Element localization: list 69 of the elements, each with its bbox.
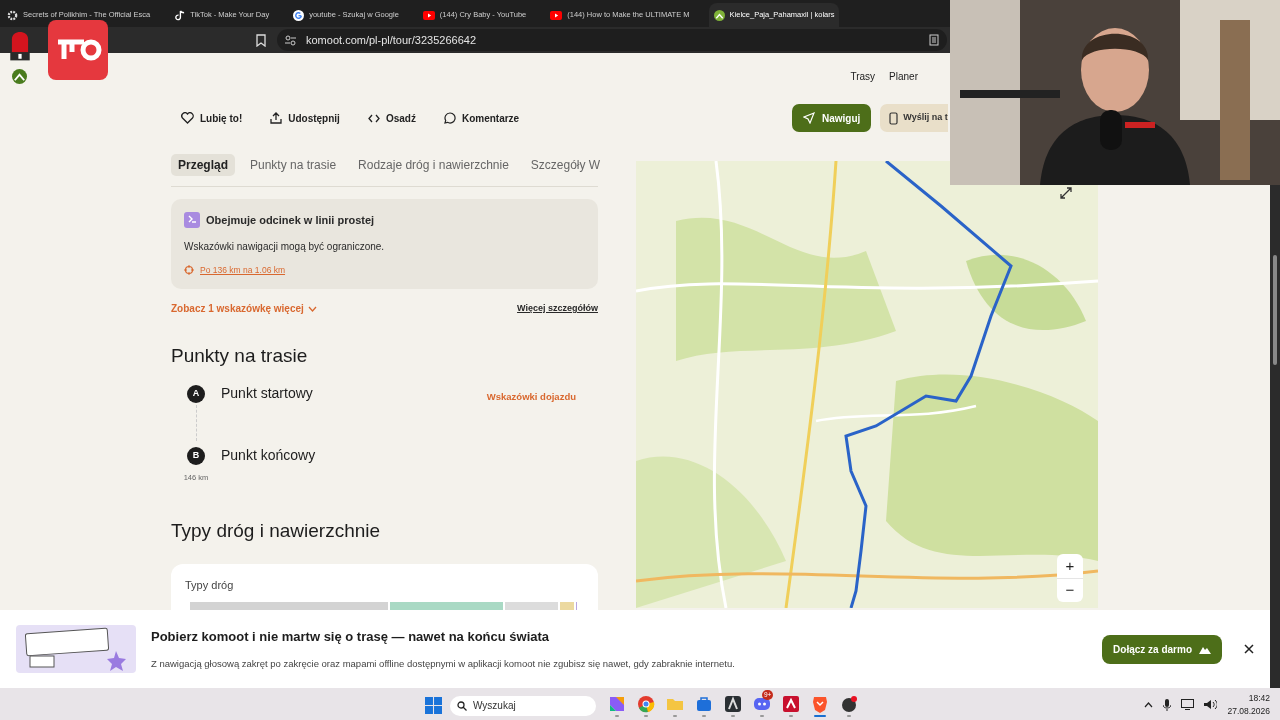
section-heading: Typy dróg i nawierzchnie <box>171 519 382 543</box>
notice-title: Obejmuje odcinek w linii prostej <box>206 213 375 228</box>
zoom-in-button[interactable]: + <box>1057 554 1083 578</box>
google-icon <box>293 9 305 21</box>
app-icon[interactable] <box>781 694 801 714</box>
address-bar[interactable]: komoot.com/pl-pl/tour/3235266642 <box>277 29 947 51</box>
section-tab[interactable]: Przegląd <box>171 154 235 176</box>
reader-icon[interactable] <box>929 34 939 46</box>
share-icon <box>270 112 283 124</box>
bookmark-icon[interactable] <box>255 33 267 47</box>
play-icon <box>422 10 435 20</box>
chevron-up-icon[interactable] <box>1144 701 1154 708</box>
scrollbar-thumb[interactable] <box>1273 255 1277 365</box>
microphone-icon[interactable] <box>1163 698 1172 711</box>
speaker-icon[interactable] <box>1204 699 1218 711</box>
send-arrow-icon <box>803 112 815 124</box>
chevron-down-icon <box>307 305 317 312</box>
play-icon <box>550 10 563 20</box>
waypoint-marker: A <box>187 384 205 403</box>
banner-text: Z nawigacją głosową zakręt po zakręcie oraz mapami offline dostępnymi w aplikacji komoot nie zgubisz się nawet, gdy zabraknie internetu. <box>151 656 735 671</box>
chrome-icon[interactable] <box>636 694 656 714</box>
target-icon <box>184 264 194 275</box>
route-icon <box>184 212 200 229</box>
comment-icon <box>443 112 456 124</box>
display-icon[interactable] <box>1181 699 1195 711</box>
join-button[interactable]: Dołącz za darmo <box>1102 634 1222 664</box>
action-button[interactable]: Lubię to! <box>181 110 243 126</box>
section-tab[interactable]: Rodzaje dróg i nawierzchnie <box>351 154 516 176</box>
card-title: Typy dróg <box>185 577 235 593</box>
action-button[interactable]: Osadź <box>367 110 416 126</box>
url-text: komoot.com/pl-pl/tour/3235266642 <box>306 32 476 48</box>
music-note-icon <box>174 9 186 21</box>
key-app-icon <box>48 20 108 80</box>
fullscreen-icon[interactable] <box>1060 187 1072 199</box>
start-icon[interactable] <box>425 697 442 714</box>
code-icon <box>367 113 380 123</box>
waypoint-name: Punkt startowy <box>221 383 313 403</box>
site-settings-icon[interactable] <box>285 34 296 46</box>
copilot-icon[interactable] <box>607 694 627 714</box>
banner-title: Pobierz komoot i nie martw się o trasę — nawet na końcu świata <box>151 628 551 647</box>
action-button[interactable]: Udostępnij <box>270 110 340 126</box>
waypoint-name: Punkt końcowy <box>221 445 316 465</box>
logo-icon[interactable] <box>12 69 27 84</box>
app-icon[interactable] <box>839 694 859 714</box>
search-input[interactable]: Wyszukaj <box>473 698 583 713</box>
section-heading: Punkty na trasie <box>171 344 309 369</box>
gear-icon <box>7 9 18 21</box>
app-icon[interactable] <box>723 694 743 714</box>
action-button[interactable]: Komentarze <box>443 110 520 126</box>
nav-link[interactable]: Trasy <box>850 69 876 84</box>
phone-icon <box>889 111 899 125</box>
notice-text: Wskazówki nawigacji mogą być ograniczone. <box>184 239 386 254</box>
more-details-link[interactable]: Więcej szczegółów <box>517 302 598 316</box>
nav-link[interactable]: Planer <box>889 69 918 84</box>
store-icon[interactable] <box>694 694 714 714</box>
search-field[interactable]: Wyszukaj <box>450 695 596 716</box>
heart-icon <box>181 112 194 124</box>
close-icon[interactable] <box>1244 644 1254 654</box>
logo-icon <box>713 9 725 21</box>
section-tab[interactable]: Szczegóły W <box>523 154 608 176</box>
zoom-out-button[interactable]: − <box>1057 578 1083 602</box>
send-to-phone-button[interactable]: Wyślij na t <box>880 104 948 132</box>
waypoint-marker: B <box>187 446 205 465</box>
clock-date: 27.08.2026 <box>1227 704 1270 718</box>
clock-time: 18:42 <box>1248 692 1270 705</box>
search-icon <box>457 700 467 711</box>
shield-icon[interactable] <box>810 694 830 714</box>
navigate-button[interactable]: Nawiguj <box>792 104 872 132</box>
section-tab[interactable]: Punkty na trasie <box>243 154 344 176</box>
